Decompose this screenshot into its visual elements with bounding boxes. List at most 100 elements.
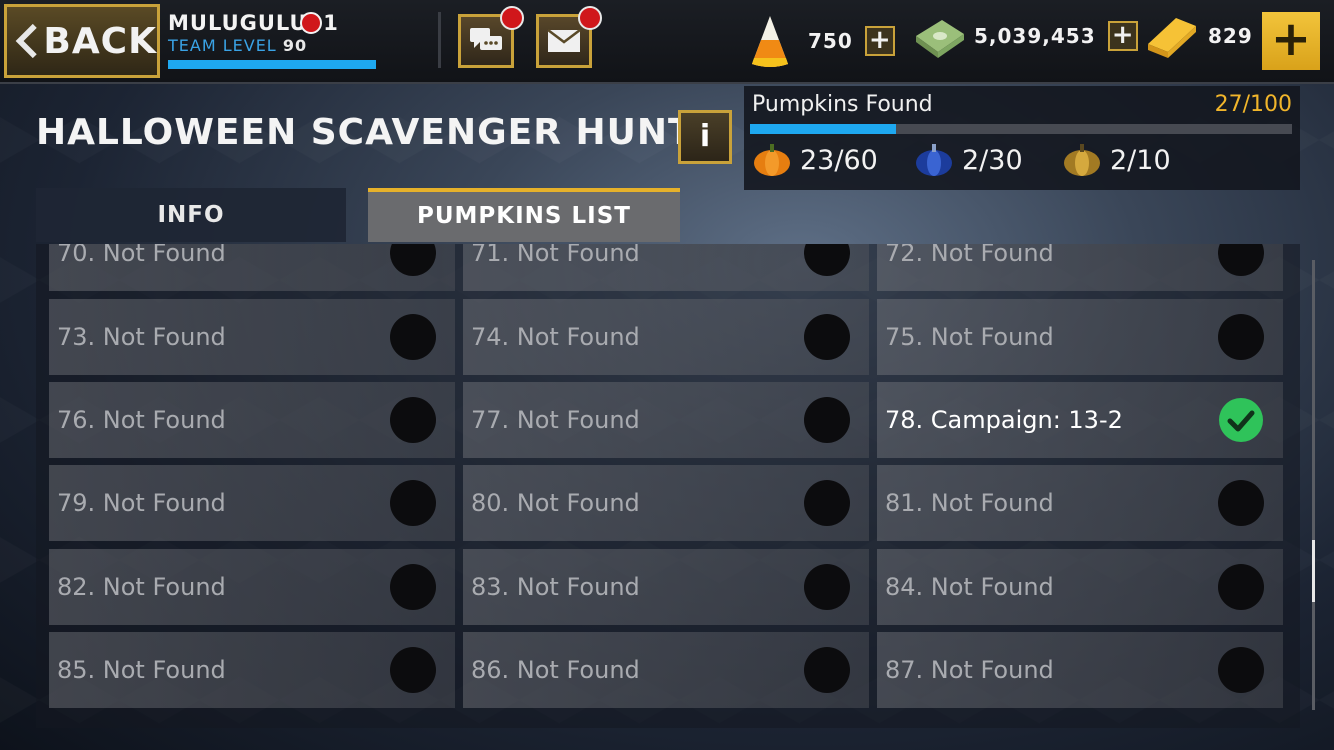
unknown-pumpkin-icon — [1218, 480, 1264, 526]
list-item-label: 82. Not Found — [57, 573, 226, 601]
cash-amount: 5,039,453 — [974, 24, 1096, 48]
list-item[interactable]: 70. Not Found — [49, 244, 455, 291]
orange-pumpkin-count: 23/60 — [800, 144, 878, 176]
gold-pumpkin-icon — [1064, 144, 1100, 176]
player-name: MULUGULU91 — [168, 11, 339, 35]
chevron-left-icon — [15, 23, 37, 59]
pumpkins-list: 70. Not Found 71. Not Found 72. Not Foun… — [36, 244, 1300, 728]
back-button[interactable]: BACK — [4, 4, 160, 78]
list-item[interactable]: 71. Not Found — [463, 244, 869, 291]
list-item-label: 75. Not Found — [885, 323, 1054, 351]
tab-pumpkins-list[interactable]: PUMPKINS LIST — [368, 188, 680, 242]
candy-corn-amount: 750 — [808, 29, 853, 53]
list-item[interactable]: 87. Not Found — [877, 632, 1283, 708]
unknown-pumpkin-icon — [1218, 647, 1264, 693]
team-level-label: TEAM LEVEL — [168, 36, 277, 55]
list-item-label: 76. Not Found — [57, 406, 226, 434]
list-item-label: 70. Not Found — [57, 244, 226, 267]
list-item[interactable]: 79. Not Found — [49, 465, 455, 541]
list-item-label: 80. Not Found — [471, 489, 640, 517]
unknown-pumpkin-icon — [1218, 564, 1264, 610]
scrollbar-thumb[interactable] — [1312, 540, 1315, 602]
gold-amount: 829 — [1208, 24, 1253, 48]
unknown-pumpkin-icon — [804, 397, 850, 443]
list-item[interactable]: 76. Not Found — [49, 382, 455, 458]
pumpkins-found-label: Pumpkins Found — [752, 92, 933, 117]
pumpkins-found-panel: Pumpkins Found 27/100 23/60 2/30 2/10 — [744, 86, 1300, 190]
page-title: HALLOWEEN SCAVENGER HUNT — [36, 112, 694, 153]
unknown-pumpkin-icon — [804, 244, 850, 276]
list-item[interactable]: 75. Not Found — [877, 299, 1283, 375]
list-item[interactable]: 72. Not Found — [877, 244, 1283, 291]
list-item[interactable]: 83. Not Found — [463, 549, 869, 625]
list-item-label: 84. Not Found — [885, 573, 1054, 601]
mail-icon — [547, 29, 581, 52]
add-cash-button[interactable]: + — [1107, 21, 1138, 51]
list-item-label: 83. Not Found — [471, 573, 640, 601]
team-level: TEAM LEVEL 90 — [168, 36, 378, 56]
scrollbar-track[interactable] — [1312, 260, 1315, 710]
xp-bar — [168, 60, 376, 69]
list-item[interactable]: 73. Not Found — [49, 299, 455, 375]
add-candy-corn-button[interactable]: + — [864, 26, 895, 56]
orange-pumpkin-stat: 23/60 — [752, 142, 878, 178]
chat-icon — [470, 28, 502, 50]
list-item-label: 79. Not Found — [57, 489, 226, 517]
unknown-pumpkin-icon — [804, 314, 850, 360]
cash-icon — [916, 20, 964, 58]
candy-corn-icon — [752, 16, 788, 67]
list-item[interactable]: 80. Not Found — [463, 465, 869, 541]
unknown-pumpkin-icon — [1218, 314, 1264, 360]
list-item-label: 74. Not Found — [471, 323, 640, 351]
pumpkins-progress-bar — [750, 124, 1292, 134]
top-bar: BACK MULUGULU91 TEAM LEVEL 90 750 + 5,03… — [0, 0, 1334, 84]
player-notification-dot — [300, 12, 322, 34]
checkmark-icon — [1219, 398, 1263, 442]
list-item-label: 87. Not Found — [885, 656, 1054, 684]
list-item-label: 81. Not Found — [885, 489, 1054, 517]
gold-bar-icon — [1148, 18, 1196, 58]
team-level-value: 90 — [282, 36, 308, 55]
list-item[interactable]: 77. Not Found — [463, 382, 869, 458]
gold-pumpkin-stat: 2/10 — [1062, 142, 1171, 178]
gold-currency: 829 — [1146, 14, 1253, 58]
unknown-pumpkin-icon — [390, 397, 436, 443]
list-item[interactable]: 85. Not Found — [49, 632, 455, 708]
tab-info[interactable]: INFO — [36, 188, 346, 242]
list-item-label: 85. Not Found — [57, 656, 226, 684]
list-item-label: 72. Not Found — [885, 244, 1054, 267]
chat-notification-dot — [500, 6, 524, 30]
back-label: BACK — [43, 20, 157, 62]
list-item-label: 86. Not Found — [471, 656, 640, 684]
list-item-label: 71. Not Found — [471, 244, 640, 267]
unknown-pumpkin-icon — [390, 314, 436, 360]
gold-pumpkin-count: 2/10 — [1110, 144, 1171, 176]
list-item-found[interactable]: 78. Campaign: 13-2 — [877, 382, 1283, 458]
pumpkins-progress-fill — [750, 124, 897, 134]
unknown-pumpkin-icon — [1218, 244, 1264, 276]
unknown-pumpkin-icon — [390, 480, 436, 526]
unknown-pumpkin-icon — [804, 564, 850, 610]
pumpkins-found-count: 27/100 — [1214, 92, 1292, 117]
divider — [438, 12, 441, 68]
player-info: MULUGULU91 TEAM LEVEL 90 — [168, 10, 378, 69]
blue-pumpkin-count: 2/30 — [962, 144, 1023, 176]
list-item[interactable]: 74. Not Found — [463, 299, 869, 375]
list-item-label: 78. Campaign: 13-2 — [885, 406, 1123, 434]
unknown-pumpkin-icon — [390, 647, 436, 693]
list-item-label: 77. Not Found — [471, 406, 640, 434]
unknown-pumpkin-icon — [804, 647, 850, 693]
mail-notification-dot — [578, 6, 602, 30]
blue-pumpkin-icon — [916, 144, 952, 176]
add-gold-button[interactable]: + — [1262, 12, 1320, 70]
list-item-label: 73. Not Found — [57, 323, 226, 351]
info-button[interactable]: i — [678, 110, 732, 164]
list-item[interactable]: 84. Not Found — [877, 549, 1283, 625]
list-item[interactable]: 81. Not Found — [877, 465, 1283, 541]
orange-pumpkin-icon — [754, 144, 790, 176]
unknown-pumpkin-icon — [390, 564, 436, 610]
unknown-pumpkin-icon — [804, 480, 850, 526]
list-item[interactable]: 86. Not Found — [463, 632, 869, 708]
candy-corn-currency: 750 + — [748, 14, 895, 68]
list-item[interactable]: 82. Not Found — [49, 549, 455, 625]
